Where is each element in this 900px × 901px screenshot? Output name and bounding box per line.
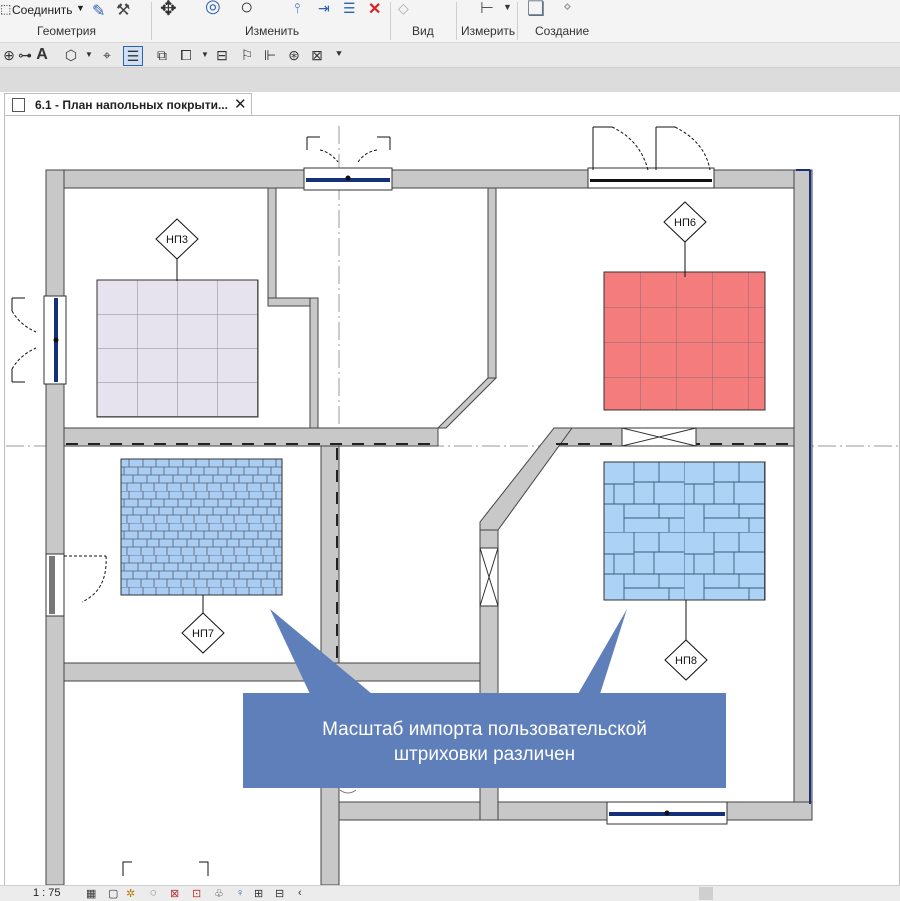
horizontal-scrollbar-thumb[interactable] [699,887,713,900]
wall-closet-right [309,297,319,429]
floor-region-np6[interactable] [603,271,766,411]
tag-np6[interactable]: НП6 [663,201,707,277]
tag-label-np6: НП6 [674,217,696,229]
window-bottom-right[interactable] [606,801,728,825]
door-swing-arc [339,789,357,794]
window-top-right[interactable] [587,126,715,189]
analysis-icon[interactable]: ⊟ [275,887,284,900]
crop-region-icon[interactable]: ⊡ [192,887,201,900]
floor-region-np3[interactable] [96,279,259,418]
lock-view-icon[interactable]: ⊞ [254,887,263,900]
detail-level-icon[interactable]: ▦ [86,887,96,900]
wall-closet-left [267,187,277,307]
visual-style-icon[interactable]: ▢ [108,887,118,900]
scroll-left-icon[interactable]: ‹ [298,887,302,899]
opening-corridor[interactable] [479,547,499,607]
tag-label-np3: НП3 [166,234,188,246]
wall-diagonal-upper [436,377,498,429]
wall-left [45,169,65,886]
tag-np8[interactable]: НП8 [664,600,708,681]
opening-mid-right[interactable] [621,427,697,447]
callout-line-1: Масштаб импорта пользовательской [322,719,647,740]
sun-path-icon[interactable]: ✲ [126,887,135,900]
tag-label-np7: НП7 [192,628,214,640]
wall-bottom-mid [329,801,481,821]
annotation-callout: Масштаб импорта пользовательской штрихов… [243,693,726,788]
window-left-upper[interactable] [11,295,67,385]
callout-text: Масштаб импорта пользовательской штрихов… [243,717,726,767]
window-top-left[interactable] [303,136,393,191]
floor-region-np8[interactable] [603,461,766,601]
tag-np3[interactable]: НП3 [155,218,199,281]
reveal-hidden-icon[interactable]: ♀ [236,887,244,899]
wall-lower-left [63,662,481,682]
tag-label-np8: НП8 [675,655,697,667]
temporary-hide-icon[interactable]: ♧ [214,887,224,900]
crop-view-icon[interactable]: ⊠ [170,887,179,900]
callout-line-2: штриховки различен [393,744,576,765]
door-left-lower[interactable] [45,553,107,617]
tag-np7[interactable]: НП7 [181,595,225,654]
callout-pointer-right [578,609,627,694]
shadows-icon[interactable]: ◌ [150,887,157,899]
wall-diagonal-vertical [487,187,497,379]
floor-region-np7[interactable] [120,458,283,596]
view-control-bar: 1 : 75 ▦ ▢ ✲ ◌ ⊠ ⊡ ♧ ♀ ⊞ ⊟ ‹ [0,885,900,901]
window-bottom-left[interactable] [122,861,209,876]
view-scale[interactable]: 1 : 75 [33,887,61,899]
